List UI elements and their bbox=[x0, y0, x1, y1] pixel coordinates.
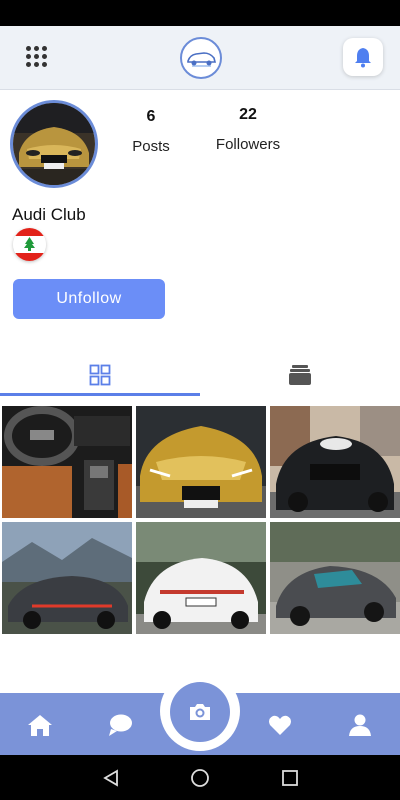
posts-label: Posts bbox=[132, 138, 170, 155]
camera-icon bbox=[190, 704, 210, 720]
nav-chat[interactable] bbox=[100, 705, 140, 745]
system-home-button[interactable] bbox=[190, 768, 210, 788]
notification-button[interactable] bbox=[343, 38, 383, 76]
profile-icon bbox=[349, 714, 371, 736]
heart-icon bbox=[269, 715, 291, 735]
followers-count: 22 bbox=[239, 106, 257, 123]
grid-menu-icon[interactable] bbox=[26, 46, 50, 70]
active-tab-indicator bbox=[0, 393, 200, 396]
nav-likes[interactable] bbox=[260, 705, 300, 745]
posts-stat[interactable]: 6 Posts bbox=[121, 108, 181, 155]
car-logo-icon[interactable] bbox=[180, 37, 222, 79]
lebanon-flag-icon bbox=[13, 228, 46, 261]
stack-view-icon bbox=[289, 365, 311, 385]
system-back-button[interactable] bbox=[101, 768, 121, 788]
post-gallery bbox=[2, 406, 400, 634]
profile-screen: 6 Posts 22 Followers Audi Club Unfollow bbox=[0, 0, 400, 800]
grid-view-icon bbox=[89, 364, 111, 386]
post-thumbnail[interactable] bbox=[2, 406, 132, 518]
post-thumbnail[interactable] bbox=[136, 522, 266, 634]
chat-icon bbox=[109, 714, 132, 736]
post-thumbnail[interactable] bbox=[270, 522, 400, 634]
profile-tabs bbox=[0, 352, 400, 398]
bell-icon bbox=[355, 48, 371, 68]
nav-home[interactable] bbox=[20, 705, 60, 745]
home-circle-icon bbox=[191, 769, 209, 787]
home-icon bbox=[28, 715, 52, 736]
back-icon bbox=[103, 769, 118, 787]
followers-stat[interactable]: 22 Followers bbox=[208, 106, 288, 153]
camera-button[interactable] bbox=[170, 682, 230, 742]
posts-count: 6 bbox=[146, 108, 156, 125]
profile-name: Audi Club bbox=[12, 205, 86, 224]
tab-grid[interactable] bbox=[0, 352, 200, 398]
status-bar bbox=[0, 0, 400, 26]
unfollow-button[interactable]: Unfollow bbox=[13, 279, 165, 319]
post-thumbnail[interactable] bbox=[270, 406, 400, 518]
nav-profile[interactable] bbox=[340, 705, 380, 745]
system-recents-button[interactable] bbox=[280, 768, 300, 788]
tab-stack[interactable] bbox=[200, 352, 400, 398]
post-thumbnail[interactable] bbox=[2, 522, 132, 634]
recents-icon bbox=[282, 770, 298, 786]
post-thumbnail[interactable] bbox=[136, 406, 266, 518]
followers-label: Followers bbox=[215, 136, 281, 153]
avatar[interactable] bbox=[10, 100, 98, 188]
